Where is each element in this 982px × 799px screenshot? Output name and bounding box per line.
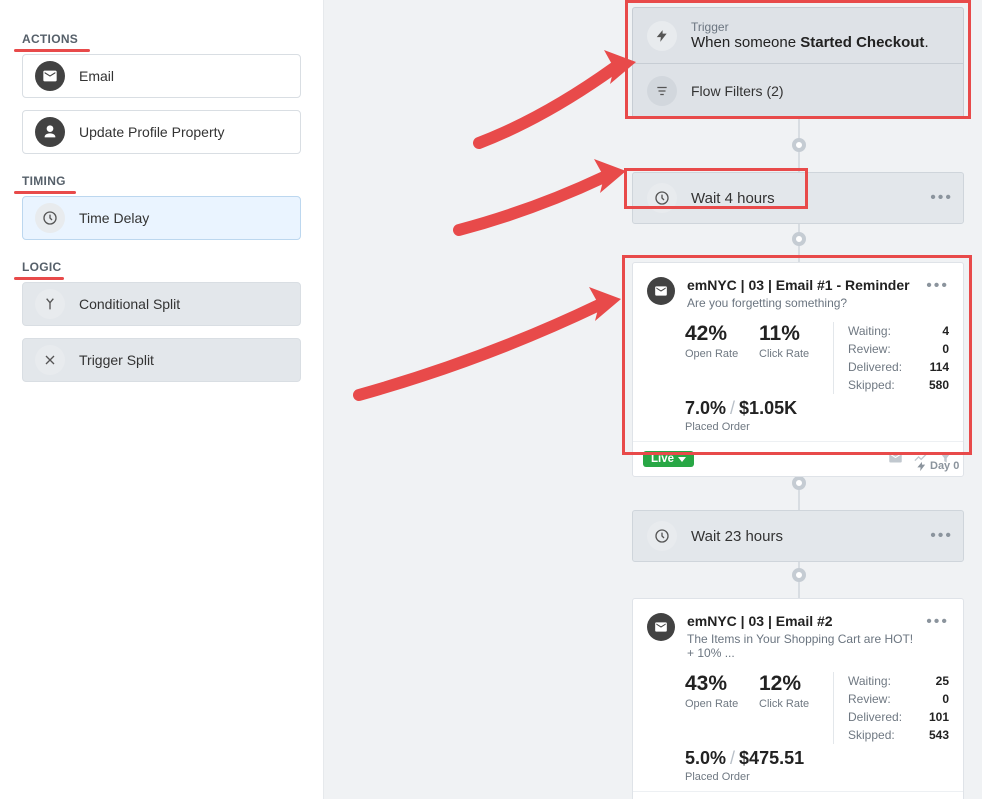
section-timing-label: TIMING	[22, 174, 301, 188]
wait2-label: Wait 23 hours	[691, 528, 783, 545]
timing-time-delay[interactable]: Time Delay	[22, 196, 301, 240]
section-logic-label: LOGIC	[22, 260, 301, 274]
e2-open-rate: 43%	[685, 672, 759, 696]
clock-icon	[35, 203, 65, 233]
more-icon[interactable]: •••	[926, 613, 949, 631]
flow-filters-row[interactable]: Flow Filters (2)	[633, 64, 963, 118]
action-email-label: Email	[79, 68, 114, 84]
email-card-1[interactable]: emNYC | 03 | Email #1 - Reminder Are you…	[632, 262, 964, 477]
action-update-profile[interactable]: Update Profile Property	[22, 110, 301, 154]
email2-title: emNYC | 03 | Email #2	[687, 613, 914, 629]
envelope-icon[interactable]	[888, 450, 903, 468]
e2-delivery-stats: Waiting:25 Review:0 Delivered:101 Skippe…	[833, 672, 949, 744]
flow-filters-label: Flow Filters (2)	[691, 83, 784, 99]
e1-delivery-stats: Waiting:4 Review:0 Delivered:114 Skipped…	[833, 322, 949, 394]
wait1-label: Wait 4 hours	[691, 190, 775, 207]
e2-click-rate: 12%	[759, 672, 833, 696]
section-title: ACTIONS	[22, 32, 78, 46]
logic-trigger-split-label: Trigger Split	[79, 352, 154, 368]
wait-card-2[interactable]: Wait 23 hours •••	[632, 510, 964, 562]
trigger-split-icon	[35, 345, 65, 375]
day0-label: Day 0	[916, 460, 959, 472]
user-icon	[35, 117, 65, 147]
e1-placed-order: 7.0%/$1.05K	[685, 398, 949, 419]
timing-time-delay-label: Time Delay	[79, 210, 149, 226]
split-icon	[35, 289, 65, 319]
trigger-card[interactable]: Trigger When someone Started Checkout. F…	[632, 7, 964, 119]
more-icon[interactable]: •••	[930, 527, 953, 545]
more-icon[interactable]: •••	[926, 277, 949, 295]
annotation-arrow	[444, 155, 634, 245]
wait-card-1[interactable]: Wait 4 hours •••	[632, 172, 964, 224]
email1-subject: Are you forgetting something?	[687, 296, 914, 310]
e2-placed-order: 5.0%/$475.51	[685, 748, 949, 769]
email2-subject: The Items in Your Shopping Cart are HOT!…	[687, 632, 914, 660]
flow-canvas: Trigger When someone Started Checkout. F…	[324, 0, 982, 799]
envelope-icon	[35, 61, 65, 91]
action-update-profile-label: Update Profile Property	[79, 124, 225, 140]
annotation-arrow	[344, 280, 634, 410]
section-actions-label: ACTIONS	[22, 32, 301, 46]
envelope-icon	[647, 277, 675, 305]
bolt-icon	[647, 21, 677, 51]
status-badge[interactable]: Live	[643, 451, 694, 467]
logic-trigger-split[interactable]: Trigger Split	[22, 338, 301, 382]
e1-open-rate: 42%	[685, 322, 759, 346]
trigger-text: When someone Started Checkout.	[691, 34, 929, 51]
section-title: LOGIC	[22, 260, 62, 274]
logic-conditional-split[interactable]: Conditional Split	[22, 282, 301, 326]
action-email[interactable]: Email	[22, 54, 301, 98]
email1-title: emNYC | 03 | Email #1 - Reminder	[687, 277, 914, 293]
clock-icon	[647, 183, 677, 213]
filter-icon	[647, 76, 677, 106]
email-card-2[interactable]: emNYC | 03 | Email #2 The Items in Your …	[632, 598, 964, 799]
section-title: TIMING	[22, 174, 66, 188]
e1-click-rate: 11%	[759, 322, 833, 346]
more-icon[interactable]: •••	[930, 189, 953, 207]
sidebar: ACTIONS Email Update Profile Property TI…	[0, 0, 324, 799]
envelope-icon	[647, 613, 675, 641]
trigger-label: Trigger	[691, 20, 929, 34]
annotation-arrow	[464, 48, 644, 158]
clock-icon	[647, 521, 677, 551]
logic-conditional-split-label: Conditional Split	[79, 296, 180, 312]
